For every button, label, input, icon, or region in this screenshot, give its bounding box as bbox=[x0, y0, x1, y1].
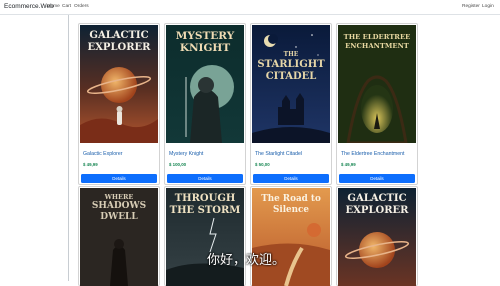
book-cover-image[interactable]: THE ELDERTREE ENCHANTMENT bbox=[338, 25, 416, 143]
cover-title-line: CITADEL bbox=[265, 71, 317, 82]
details-button[interactable]: Details bbox=[253, 174, 329, 183]
product-card-through-the-storm: THROUGH THE STORM bbox=[164, 186, 246, 286]
book-cover-image[interactable]: THE STARLIGHT CITADEL bbox=[252, 25, 330, 143]
nav-link-register[interactable]: Register bbox=[462, 4, 480, 9]
book-cover-image[interactable]: GALACTIC EXPLORER bbox=[338, 188, 416, 286]
cover-title-line: GALACTIC bbox=[347, 193, 407, 204]
product-card-starlight-citadel: THE STARLIGHT CITADEL The Starlight Cita… bbox=[250, 23, 332, 185]
book-cover-image[interactable]: WHERE SHADOWS DWELL bbox=[80, 188, 158, 286]
book-price: $ 49,99 bbox=[341, 162, 356, 167]
cover-title-line: DWELL bbox=[100, 212, 138, 222]
starlight-citadel-cover-art bbox=[252, 25, 330, 143]
product-card-galactic-explorer: GALACTIC EXPLORER Galactic Explorer $ 49… bbox=[78, 23, 160, 185]
book-title[interactable]: The Starlight Citadel bbox=[255, 151, 302, 157]
cover-title-line: STARLIGHT bbox=[257, 59, 325, 70]
book-cover-image[interactable]: GALACTIC EXPLORER bbox=[80, 25, 158, 143]
cover-title-line: ENCHANTMENT bbox=[345, 42, 409, 50]
book-cover-image[interactable]: MYSTERY KNIGHT bbox=[166, 25, 244, 143]
book-price: $ 49,99 bbox=[83, 162, 98, 167]
book-price: $ 100,00 bbox=[169, 162, 187, 167]
cover-title-line: Silence bbox=[273, 205, 309, 215]
cover-title-line: THE ELDERTREE bbox=[343, 33, 411, 41]
cover-title-line: MYSTERY bbox=[175, 30, 235, 42]
page-divider bbox=[68, 15, 69, 281]
cover-title-line: GALACTIC bbox=[89, 30, 149, 41]
cover-title-line: THE bbox=[283, 51, 299, 58]
product-card-road-to-silence: The Road to Silence bbox=[250, 186, 332, 286]
details-button[interactable]: Details bbox=[167, 174, 243, 183]
product-card-galactic-explorer-2: GALACTIC EXPLORER bbox=[336, 186, 418, 286]
cover-title-line: THE STORM bbox=[169, 205, 241, 216]
book-cover-image[interactable]: The Road to Silence bbox=[252, 188, 330, 286]
book-cover-image[interactable]: THROUGH THE STORM bbox=[166, 188, 244, 286]
cover-title-line: EXPLORER bbox=[87, 42, 151, 53]
nav-link-login[interactable]: Login bbox=[482, 4, 494, 9]
cover-title-line: KNIGHT bbox=[179, 42, 231, 54]
details-button[interactable]: Details bbox=[339, 174, 415, 183]
details-button[interactable]: Details bbox=[81, 174, 157, 183]
subtitle-overlay-text: 你好，欢迎。 bbox=[207, 253, 286, 268]
cover-title-line: SHADOWS bbox=[91, 201, 147, 211]
cover-title-line: THROUGH bbox=[174, 193, 236, 204]
book-title[interactable]: Mystery Knight bbox=[169, 151, 203, 157]
book-title[interactable]: The Eldertree Enchantment bbox=[341, 151, 404, 157]
product-card-where-shadows-dwell: WHERE SHADOWS DWELL bbox=[78, 186, 160, 286]
cover-title-line: The Road to bbox=[261, 194, 321, 204]
nav-link-home[interactable]: Home bbox=[47, 4, 60, 9]
cover-title-line: EXPLORER bbox=[345, 205, 409, 216]
product-card-eldertree-enchantment: THE ELDERTREE ENCHANTMENT The Eldertree … bbox=[336, 23, 418, 185]
nav-link-orders[interactable]: Orders bbox=[74, 4, 89, 9]
cover-title-line: WHERE bbox=[104, 193, 134, 201]
top-navbar: Ecommerce.Web Home Cart Orders Register … bbox=[0, 0, 500, 15]
nav-link-cart[interactable]: Cart bbox=[62, 4, 71, 9]
book-price: $ 50,00 bbox=[255, 162, 270, 167]
product-card-mystery-knight: MYSTERY KNIGHT Mystery Knight $ 100,00 D… bbox=[164, 23, 246, 185]
book-title[interactable]: Galactic Explorer bbox=[83, 151, 123, 157]
